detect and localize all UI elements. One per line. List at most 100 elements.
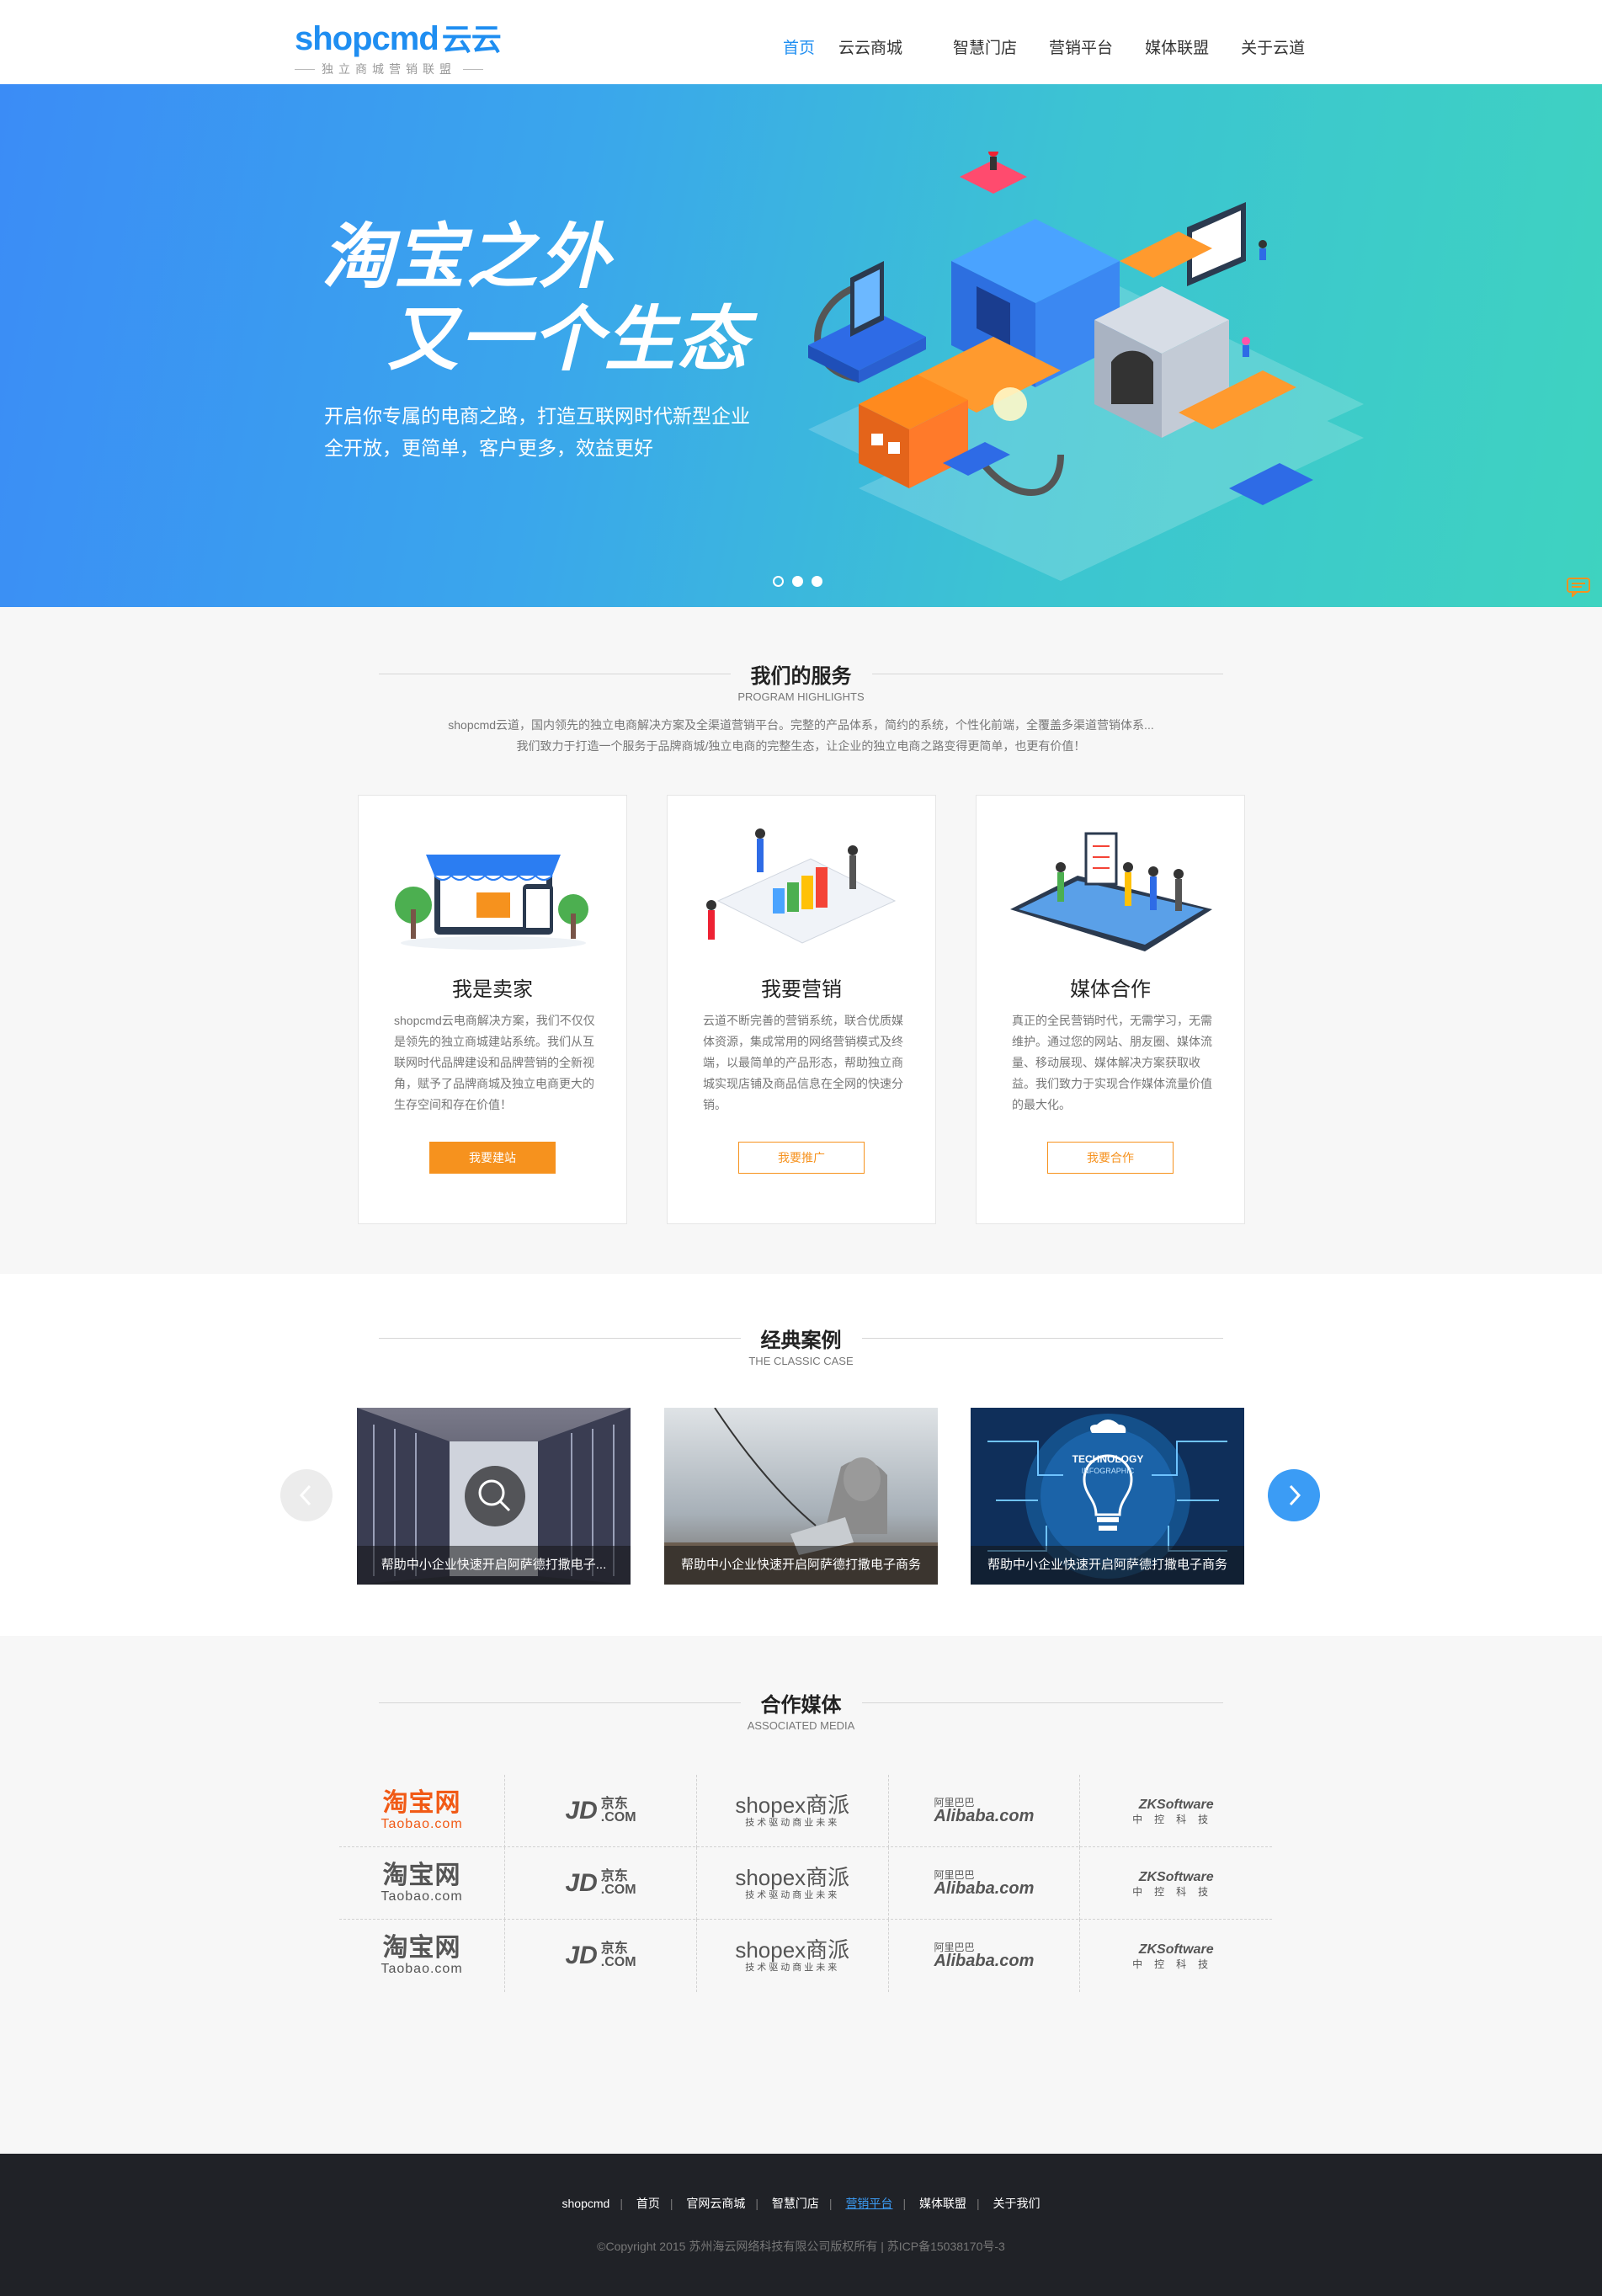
- isometric-ecosystem-illustration: [808, 152, 1364, 581]
- associated-media-section: 合作媒体 ASSOCIATED MEDIA 淘宝网 Taobao.com JD 京东…: [0, 1636, 1602, 2154]
- footer-link-shopcmd[interactable]: shopcmd: [562, 2197, 610, 2210]
- case-caption: 帮助中小企业快速开启阿萨德打撒电子...: [357, 1546, 631, 1585]
- chat-icon[interactable]: [1566, 577, 1591, 597]
- logo-cell[interactable]: 淘宝网 Taobao.com: [339, 1847, 506, 1920]
- media-cooperation-illustration: [1010, 832, 1212, 951]
- case-caption: 帮助中小企业快速开启阿萨德打撒电子商务: [664, 1546, 938, 1585]
- banner-subtitle-line1: 开启你专属的电商之路，打造互联网时代新型企业: [324, 405, 750, 427]
- nav-item-about[interactable]: 关于云道: [1241, 35, 1305, 58]
- logo-wordmark: shopcmd 云云: [295, 20, 502, 57]
- services-section: 我们的服务 PROGRAM HIGHLIGHTS shopcmd云道，国内领先的…: [0, 607, 1602, 1274]
- cases-subtitle: THE CLASSIC CASE: [748, 1355, 854, 1367]
- logo-cell[interactable]: JD 京东 .COM: [505, 1920, 697, 1992]
- media-logo-row: 淘宝网 Taobao.com JD 京东 .COM shopex商派 技术驱动商业未来 …: [339, 1775, 1272, 1847]
- services-desc-line1: shopcmd云道，国内领先的独立电商解决方案及全渠道营销平台。完整的产品体系，…: [448, 718, 1154, 732]
- service-card-text: 云道不断完善的营销系统，联合优质媒体资源，集成常用的网络营销模式及终端，以最简单…: [703, 1014, 903, 1111]
- footer-separator: |: [755, 2197, 759, 2210]
- banner-subtitle-line2: 全开放，更简单，客户更多，效益更好: [324, 437, 653, 459]
- logo-cell[interactable]: ZKSoftware 中控科技: [1080, 1920, 1272, 1992]
- footer-separator: |: [828, 2197, 833, 2210]
- logo-cell[interactable]: shopex商派 技术驱动商业未来: [697, 1920, 889, 1992]
- logo-cell[interactable]: 淘宝网 Taobao.com: [339, 1775, 506, 1847]
- media-logo-row: 淘宝网 Taobao.com JD 京东 .COM shopex商派 技术驱动商业未来 …: [339, 1847, 1272, 1920]
- footer-link-home[interactable]: 首页: [636, 2197, 660, 2210]
- nav-item-media-alliance[interactable]: 媒体联盟: [1145, 35, 1209, 58]
- bar-chart-illustration: [706, 828, 897, 944]
- copyright: ©Copyright 2015 苏州海云网络科技有限公司版权所有 | 苏ICP备…: [597, 2240, 1005, 2253]
- carousel-dots: [773, 576, 822, 587]
- case-card-2[interactable]: 帮助中小企业快速开启阿萨德打撒电子商务: [664, 1408, 938, 1585]
- service-card-title: 我要营销: [761, 978, 842, 1001]
- jd-logo: JD 京东 .COM: [565, 1869, 636, 1897]
- media-title: 合作媒体: [740, 1688, 862, 1718]
- tech-sublabel: INFOGRAPHIC: [1082, 1467, 1135, 1475]
- banner-subtitle: 开启你专属的电商之路，打造互联网时代新型企业 全开放，更简单，客户更多，效益更好: [324, 400, 750, 464]
- build-site-button[interactable]: 我要建站: [429, 1142, 556, 1174]
- online-store-illustration: [395, 855, 588, 950]
- main-nav: 首页 云云商城 智慧门店 营销平台 媒体联盟 关于云道: [783, 35, 1305, 58]
- chevron-right-icon: [1289, 1484, 1301, 1506]
- footer-link-about[interactable]: 关于我们: [993, 2197, 1041, 2210]
- carousel-dot-1[interactable]: [773, 576, 784, 587]
- media-subtitle: ASSOCIATED MEDIA: [747, 1719, 855, 1732]
- cases-heading: 经典案例 THE CLASSIC CASE: [379, 1324, 1223, 1367]
- footer-link-cloud-mall[interactable]: 官网云商城: [686, 2197, 745, 2210]
- service-card-title: 我是卖家: [452, 978, 533, 1001]
- taobao-logo: 淘宝网 Taobao.com: [381, 1862, 463, 1904]
- header: shopcmd 云云 独立商城营销联盟 首页 云云商城 智慧门店 营销平台 媒体联…: [0, 0, 1602, 84]
- logo[interactable]: shopcmd 云云 独立商城营销联盟: [295, 15, 502, 77]
- carousel-dot-2[interactable]: [792, 576, 803, 587]
- jd-logo: JD 京东 .COM: [565, 1942, 636, 1969]
- logo-cell[interactable]: ZKSoftware 中控科技: [1080, 1847, 1272, 1920]
- page: shopcmd 云云 独立商城营销联盟 首页 云云商城 智慧门店 营销平台 媒体联…: [0, 0, 1602, 2296]
- alibaba-logo: 阿里巴巴 Alibaba.com: [934, 1942, 1035, 1970]
- service-card-text: 真正的全民营销时代，无需学习，无需维护。通过您的网站、朋友圈、媒体流量、移动展现…: [1012, 1014, 1212, 1111]
- alibaba-logo: 阿里巴巴 Alibaba.com: [934, 1797, 1035, 1825]
- logo-cell[interactable]: 阿里巴巴 Alibaba.com: [889, 1920, 1081, 1992]
- media-heading: 合作媒体 ASSOCIATED MEDIA: [379, 1688, 1223, 1732]
- logo-cell[interactable]: shopex商派 技术驱动商业未来: [697, 1847, 889, 1920]
- case-card-1[interactable]: 帮助中小企业快速开启阿萨德打撒电子...: [357, 1408, 631, 1585]
- footer-link-smart-store[interactable]: 智慧门店: [772, 2197, 819, 2210]
- zksoftware-logo: ZKSoftware 中控科技: [1132, 1869, 1221, 1898]
- classic-cases-section: 经典案例 THE CLASSIC CASE 帮助中小企业快速开启阿萨德打撒电子.…: [0, 1274, 1602, 1636]
- taobao-logo: 淘宝网 Taobao.com: [381, 1789, 463, 1831]
- shopex-logo: shopex商派 技术驱动商业未来: [735, 1937, 850, 1973]
- logo-cell[interactable]: 阿里巴巴 Alibaba.com: [889, 1847, 1081, 1920]
- cooperate-button[interactable]: 我要合作: [1047, 1142, 1174, 1174]
- logo-cell[interactable]: JD 京东 .COM: [505, 1847, 697, 1920]
- case-card-3[interactable]: TECHNOLOGY INFOGRAPHIC 帮助中小企业快速开启阿萨德打撒电子…: [971, 1408, 1244, 1585]
- services-heading: 我们的服务 PROGRAM HIGHLIGHTS: [379, 659, 1223, 703]
- cases-prev-button[interactable]: [280, 1469, 333, 1521]
- logo-tagline: 独立商城营销联盟: [295, 61, 488, 77]
- cases-next-button[interactable]: [1268, 1469, 1320, 1521]
- footer: shopcmd | 首页 | 官网云商城 | 智慧门店 | 营销平台 | 媒体联盟 | 关于…: [0, 2154, 1602, 2296]
- services-subtitle: PROGRAM HIGHLIGHTS: [737, 690, 865, 703]
- logo-cell[interactable]: shopex商派 技术驱动商业未来: [697, 1775, 889, 1847]
- promote-button[interactable]: 我要推广: [738, 1142, 865, 1174]
- logo-cell[interactable]: 淘宝网 Taobao.com: [339, 1920, 506, 1992]
- shopex-logo: shopex商派 技术驱动商业未来: [735, 1865, 850, 1900]
- nav-item-smart-store[interactable]: 智慧门店: [953, 35, 1017, 58]
- logo-cell[interactable]: ZKSoftware 中控科技: [1080, 1775, 1272, 1847]
- alibaba-logo: 阿里巴巴 Alibaba.com: [934, 1869, 1035, 1898]
- nav-item-marketing[interactable]: 营销平台: [1049, 35, 1113, 58]
- service-card-title: 媒体合作: [1070, 978, 1151, 1001]
- zksoftware-logo: ZKSoftware 中控科技: [1132, 1797, 1221, 1825]
- logo-cell[interactable]: JD 京东 .COM: [505, 1775, 697, 1847]
- carousel-dot-3[interactable]: [812, 576, 822, 587]
- footer-link-media-alliance[interactable]: 媒体联盟: [919, 2197, 966, 2210]
- footer-link-marketing[interactable]: 营销平台: [845, 2197, 892, 2210]
- service-card-text: shopcmd云电商解决方案，我们不仅仅是领先的独立商城建站系统。我们从互联网时…: [394, 1014, 595, 1111]
- banner-title-line2: 又一个生态: [387, 300, 750, 379]
- nav-item-home[interactable]: 首页: [783, 35, 815, 58]
- footer-separator: |: [669, 2197, 673, 2210]
- nav-item-cloud-mall[interactable]: 云云商城: [838, 35, 902, 58]
- case-caption: 帮助中小企业快速开启阿萨德打撒电子商务: [971, 1546, 1244, 1585]
- hero-banner[interactable]: 淘宝之外 又一个生态 开启你专属的电商之路，打造互联网时代新型企业 全开放，更简…: [0, 84, 1602, 607]
- media-logo-grid: 淘宝网 Taobao.com JD 京东 .COM shopex商派 技术驱动商业未来 …: [339, 1775, 1272, 1992]
- service-card-marketing: 我要营销 云道不断完善的营销系统，联合优质媒体资源，集成常用的网络营销模式及终端…: [667, 795, 936, 1224]
- logo-cell[interactable]: 阿里巴巴 Alibaba.com: [889, 1775, 1081, 1847]
- media-logo-row: 淘宝网 Taobao.com JD 京东 .COM shopex商派 技术驱动商业未来 …: [339, 1920, 1272, 1992]
- services-title: 我们的服务: [730, 659, 872, 689]
